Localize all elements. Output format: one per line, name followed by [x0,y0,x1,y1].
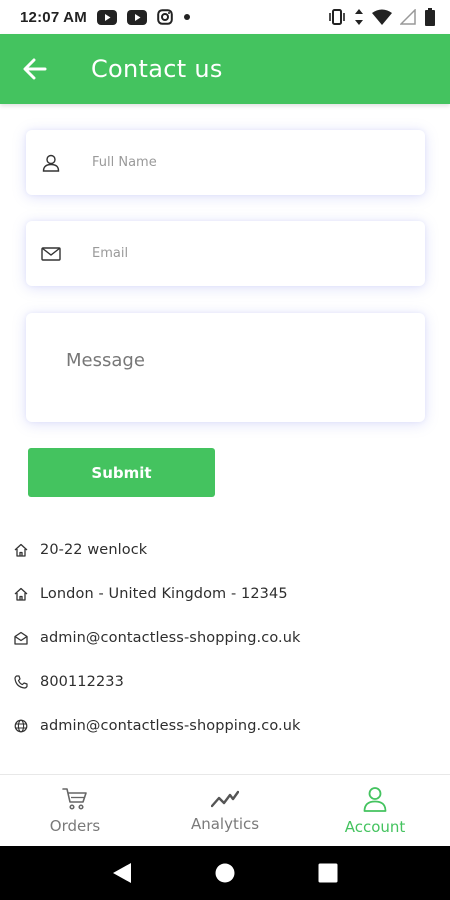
contact-info-list: 20-22 wenlock London - United Kingdom - … [0,528,450,748]
nav-label-analytics: Analytics [190,814,260,833]
youtube-icon [126,9,147,25]
home-circle-icon[interactable] [215,863,235,883]
system-nav-bar [0,846,450,900]
globe-icon [14,719,28,733]
arrow-left-icon [23,58,47,80]
dot-icon [183,13,191,21]
youtube-icon [96,9,117,25]
contact-address-line2: London - United Kingdom - 12345 [0,572,450,616]
contact-address-line1-text: 20-22 wenlock [40,542,148,558]
person-icon [26,154,76,172]
page-title: Contact us [91,55,223,83]
contact-phone-text: 800112233 [40,674,124,690]
mail-icon [26,246,76,262]
vibrate-icon [328,9,346,25]
mail-open-icon [14,631,28,645]
nav-item-account[interactable]: Account [300,775,450,846]
bottom-nav: Orders Analytics Account [0,774,450,846]
signal-icon [400,9,416,25]
status-left: 12:07 AM [20,9,191,26]
contact-address-line1: 20-22 wenlock [0,528,450,572]
data-arrows-icon [354,9,364,25]
home-icon [14,543,28,557]
message-input[interactable] [66,350,406,410]
contact-website[interactable]: admin@contactless-shopping.co.uk [0,704,450,748]
back-triangle-icon[interactable] [112,862,132,884]
contact-website-text: admin@contactless-shopping.co.uk [40,718,301,734]
instagram-icon [157,9,173,25]
email-input[interactable] [92,246,392,261]
submit-button[interactable]: Submit [28,448,215,497]
status-right [328,8,436,26]
battery-icon [424,8,436,26]
contact-email-text: admin@contactless-shopping.co.uk [40,630,301,646]
app-bar: Contact us [0,34,450,104]
nav-item-analytics[interactable]: Analytics [150,775,300,846]
cart-icon [62,787,88,811]
back-button[interactable] [5,34,65,104]
full-name-card [26,130,425,195]
status-bar: 12:07 AM [0,0,450,34]
contact-address-line2-text: London - United Kingdom - 12345 [40,586,288,602]
email-card [26,221,425,286]
home-icon [14,587,28,601]
wifi-icon [372,9,392,25]
phone-icon [14,675,28,689]
trend-icon [211,789,239,809]
full-name-input[interactable] [92,155,392,170]
nav-label-account: Account [344,817,406,836]
nav-item-orders[interactable]: Orders [0,775,150,846]
nav-label-orders: Orders [49,816,101,835]
contact-phone[interactable]: 800112233 [0,660,450,704]
recents-square-icon[interactable] [318,863,338,883]
contact-email[interactable]: admin@contactless-shopping.co.uk [0,616,450,660]
message-card [26,313,425,422]
status-time: 12:07 AM [20,8,87,26]
person-icon [363,786,387,812]
